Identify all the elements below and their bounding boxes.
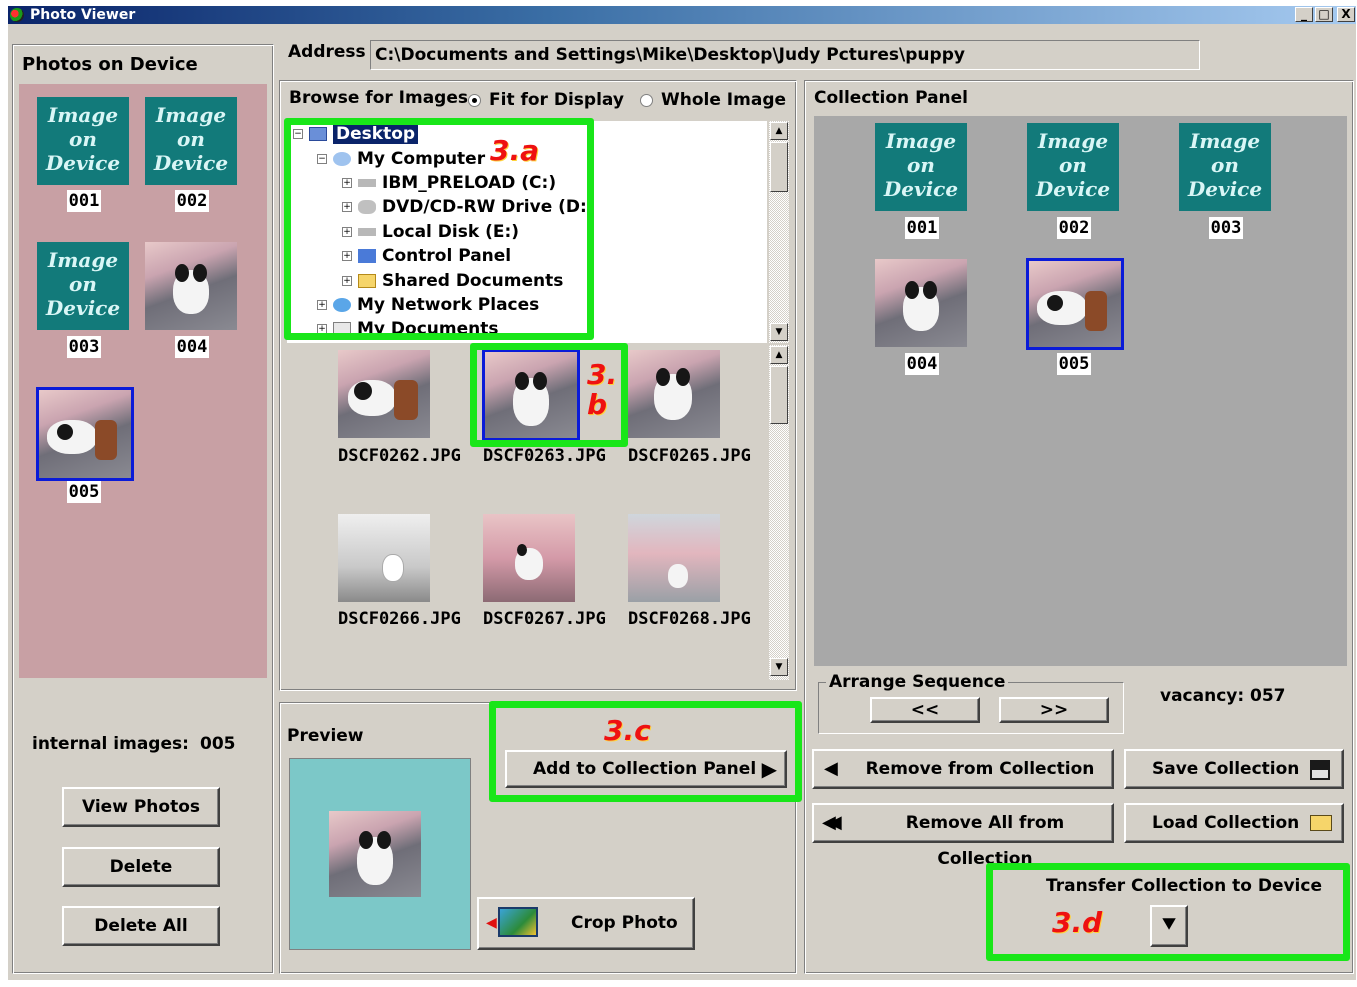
- device-thumb-003[interactable]: Image on Device: [37, 242, 129, 330]
- collection-thumb-number: 001: [905, 217, 939, 239]
- arrange-sequence-label: Arrange Sequence: [826, 672, 1009, 692]
- file-thumb-dscf0266[interactable]: [338, 514, 430, 602]
- scroll-up-icon[interactable]: ▲: [770, 122, 788, 140]
- crop-arrow-icon: ◀: [486, 915, 497, 931]
- tree-scroll-thumb[interactable]: [770, 142, 788, 192]
- collection-thumb-004[interactable]: [875, 259, 967, 347]
- file-name: DSCF0267.JPG: [483, 609, 606, 629]
- device-thumb-number: 003: [67, 336, 101, 358]
- annotation-3b-line2: b: [587, 388, 608, 421]
- fit-for-display-radio[interactable]: Fit for Display: [468, 90, 624, 110]
- device-thumb-005[interactable]: [36, 387, 134, 481]
- arrange-next-button[interactable]: >>: [999, 697, 1109, 723]
- file-thumb-dscf0265[interactable]: [628, 350, 720, 438]
- remove-from-collection-button[interactable]: ◀ Remove from Collection: [812, 749, 1114, 789]
- file-thumb-dscf0267[interactable]: [483, 514, 575, 602]
- load-collection-button[interactable]: Load Collection: [1124, 803, 1344, 843]
- app-icon: [10, 8, 24, 22]
- device-thumb-002[interactable]: Image on Device: [145, 97, 237, 185]
- file-name: DSCF0263.JPG: [483, 446, 606, 466]
- annotation-box-3d: [986, 863, 1350, 961]
- delete-button[interactable]: Delete: [62, 847, 220, 887]
- close-button[interactable]: X: [1337, 7, 1355, 22]
- annotation-3c: 3.c: [604, 714, 651, 747]
- minimize-button[interactable]: _: [1295, 7, 1313, 22]
- scroll-up-icon[interactable]: ▲: [770, 346, 788, 364]
- arrow-left-icon: ◀: [824, 758, 838, 779]
- annotation-box-3a: [284, 118, 594, 340]
- device-thumb-001[interactable]: Image on Device: [37, 97, 129, 185]
- annotation-3d: 3.d: [1052, 906, 1103, 939]
- collection-thumb-number: 005: [1057, 353, 1091, 375]
- internal-images-count: 005: [200, 734, 236, 754]
- preview-image: [329, 811, 421, 897]
- device-thumb-004[interactable]: [145, 242, 237, 330]
- annotation-3a: 3.a: [490, 134, 540, 167]
- address-field[interactable]: C:\Documents and Settings\Mike\Desktop\J…: [370, 40, 1200, 70]
- file-name: DSCF0266.JPG: [338, 609, 461, 629]
- device-thumb-number: 002: [175, 190, 209, 212]
- whole-image-radio[interactable]: Whole Image: [640, 90, 786, 110]
- collection-title: Collection Panel: [814, 88, 969, 108]
- save-collection-button[interactable]: Save Collection: [1124, 749, 1344, 789]
- crop-icon: [498, 907, 538, 937]
- file-thumb-dscf0262[interactable]: [338, 350, 430, 438]
- collection-thumb-number: 002: [1057, 217, 1091, 239]
- collection-thumb-005[interactable]: [1026, 258, 1124, 350]
- title-bar[interactable]: Photo Viewer: [8, 6, 1356, 24]
- delete-all-button[interactable]: Delete All: [62, 906, 220, 946]
- collection-thumb-003[interactable]: Image on Device: [1179, 123, 1271, 211]
- open-folder-icon: [1310, 815, 1332, 831]
- collection-thumb-002[interactable]: Image on Device: [1027, 123, 1119, 211]
- file-name: DSCF0262.JPG: [338, 446, 461, 466]
- vacancy-value: 057: [1250, 686, 1286, 706]
- radio-checked-icon: [468, 93, 481, 107]
- scroll-down-icon[interactable]: ▼: [770, 323, 788, 341]
- preview-label: Preview: [287, 726, 364, 746]
- device-thumb-number: 005: [67, 481, 101, 503]
- view-photos-button[interactable]: View Photos: [62, 787, 220, 827]
- vacancy-label: vacancy:: [1160, 686, 1245, 706]
- radio-unchecked-icon: [640, 93, 653, 107]
- files-scroll-thumb[interactable]: [770, 366, 788, 424]
- annotation-3b-line1: 3.: [587, 358, 618, 391]
- browse-label: Browse for Images: [289, 88, 468, 108]
- address-label: Address: [288, 42, 366, 62]
- file-name: DSCF0268.JPG: [628, 609, 751, 629]
- file-name: DSCF0265.JPG: [628, 446, 751, 466]
- arrange-prev-button[interactable]: <<: [870, 697, 980, 723]
- file-thumb-dscf0268[interactable]: [628, 514, 720, 602]
- double-arrow-left-icon: ◀◀: [822, 812, 841, 833]
- floppy-disk-icon: [1310, 760, 1330, 780]
- maximize-button[interactable]: □: [1315, 7, 1333, 22]
- window-title: Photo Viewer: [30, 7, 136, 23]
- device-thumb-number: 004: [175, 336, 209, 358]
- collection-thumb-number: 004: [905, 353, 939, 375]
- scroll-down-icon[interactable]: ▼: [770, 658, 788, 676]
- device-thumb-number: 001: [67, 190, 101, 212]
- collection-thumb-001[interactable]: Image on Device: [875, 123, 967, 211]
- device-panel-title: Photos on Device: [22, 54, 198, 75]
- remove-all-button[interactable]: ◀◀ Remove All from Collection: [812, 803, 1114, 869]
- internal-images-label: internal images:: [32, 734, 189, 754]
- collection-thumb-number: 003: [1209, 217, 1243, 239]
